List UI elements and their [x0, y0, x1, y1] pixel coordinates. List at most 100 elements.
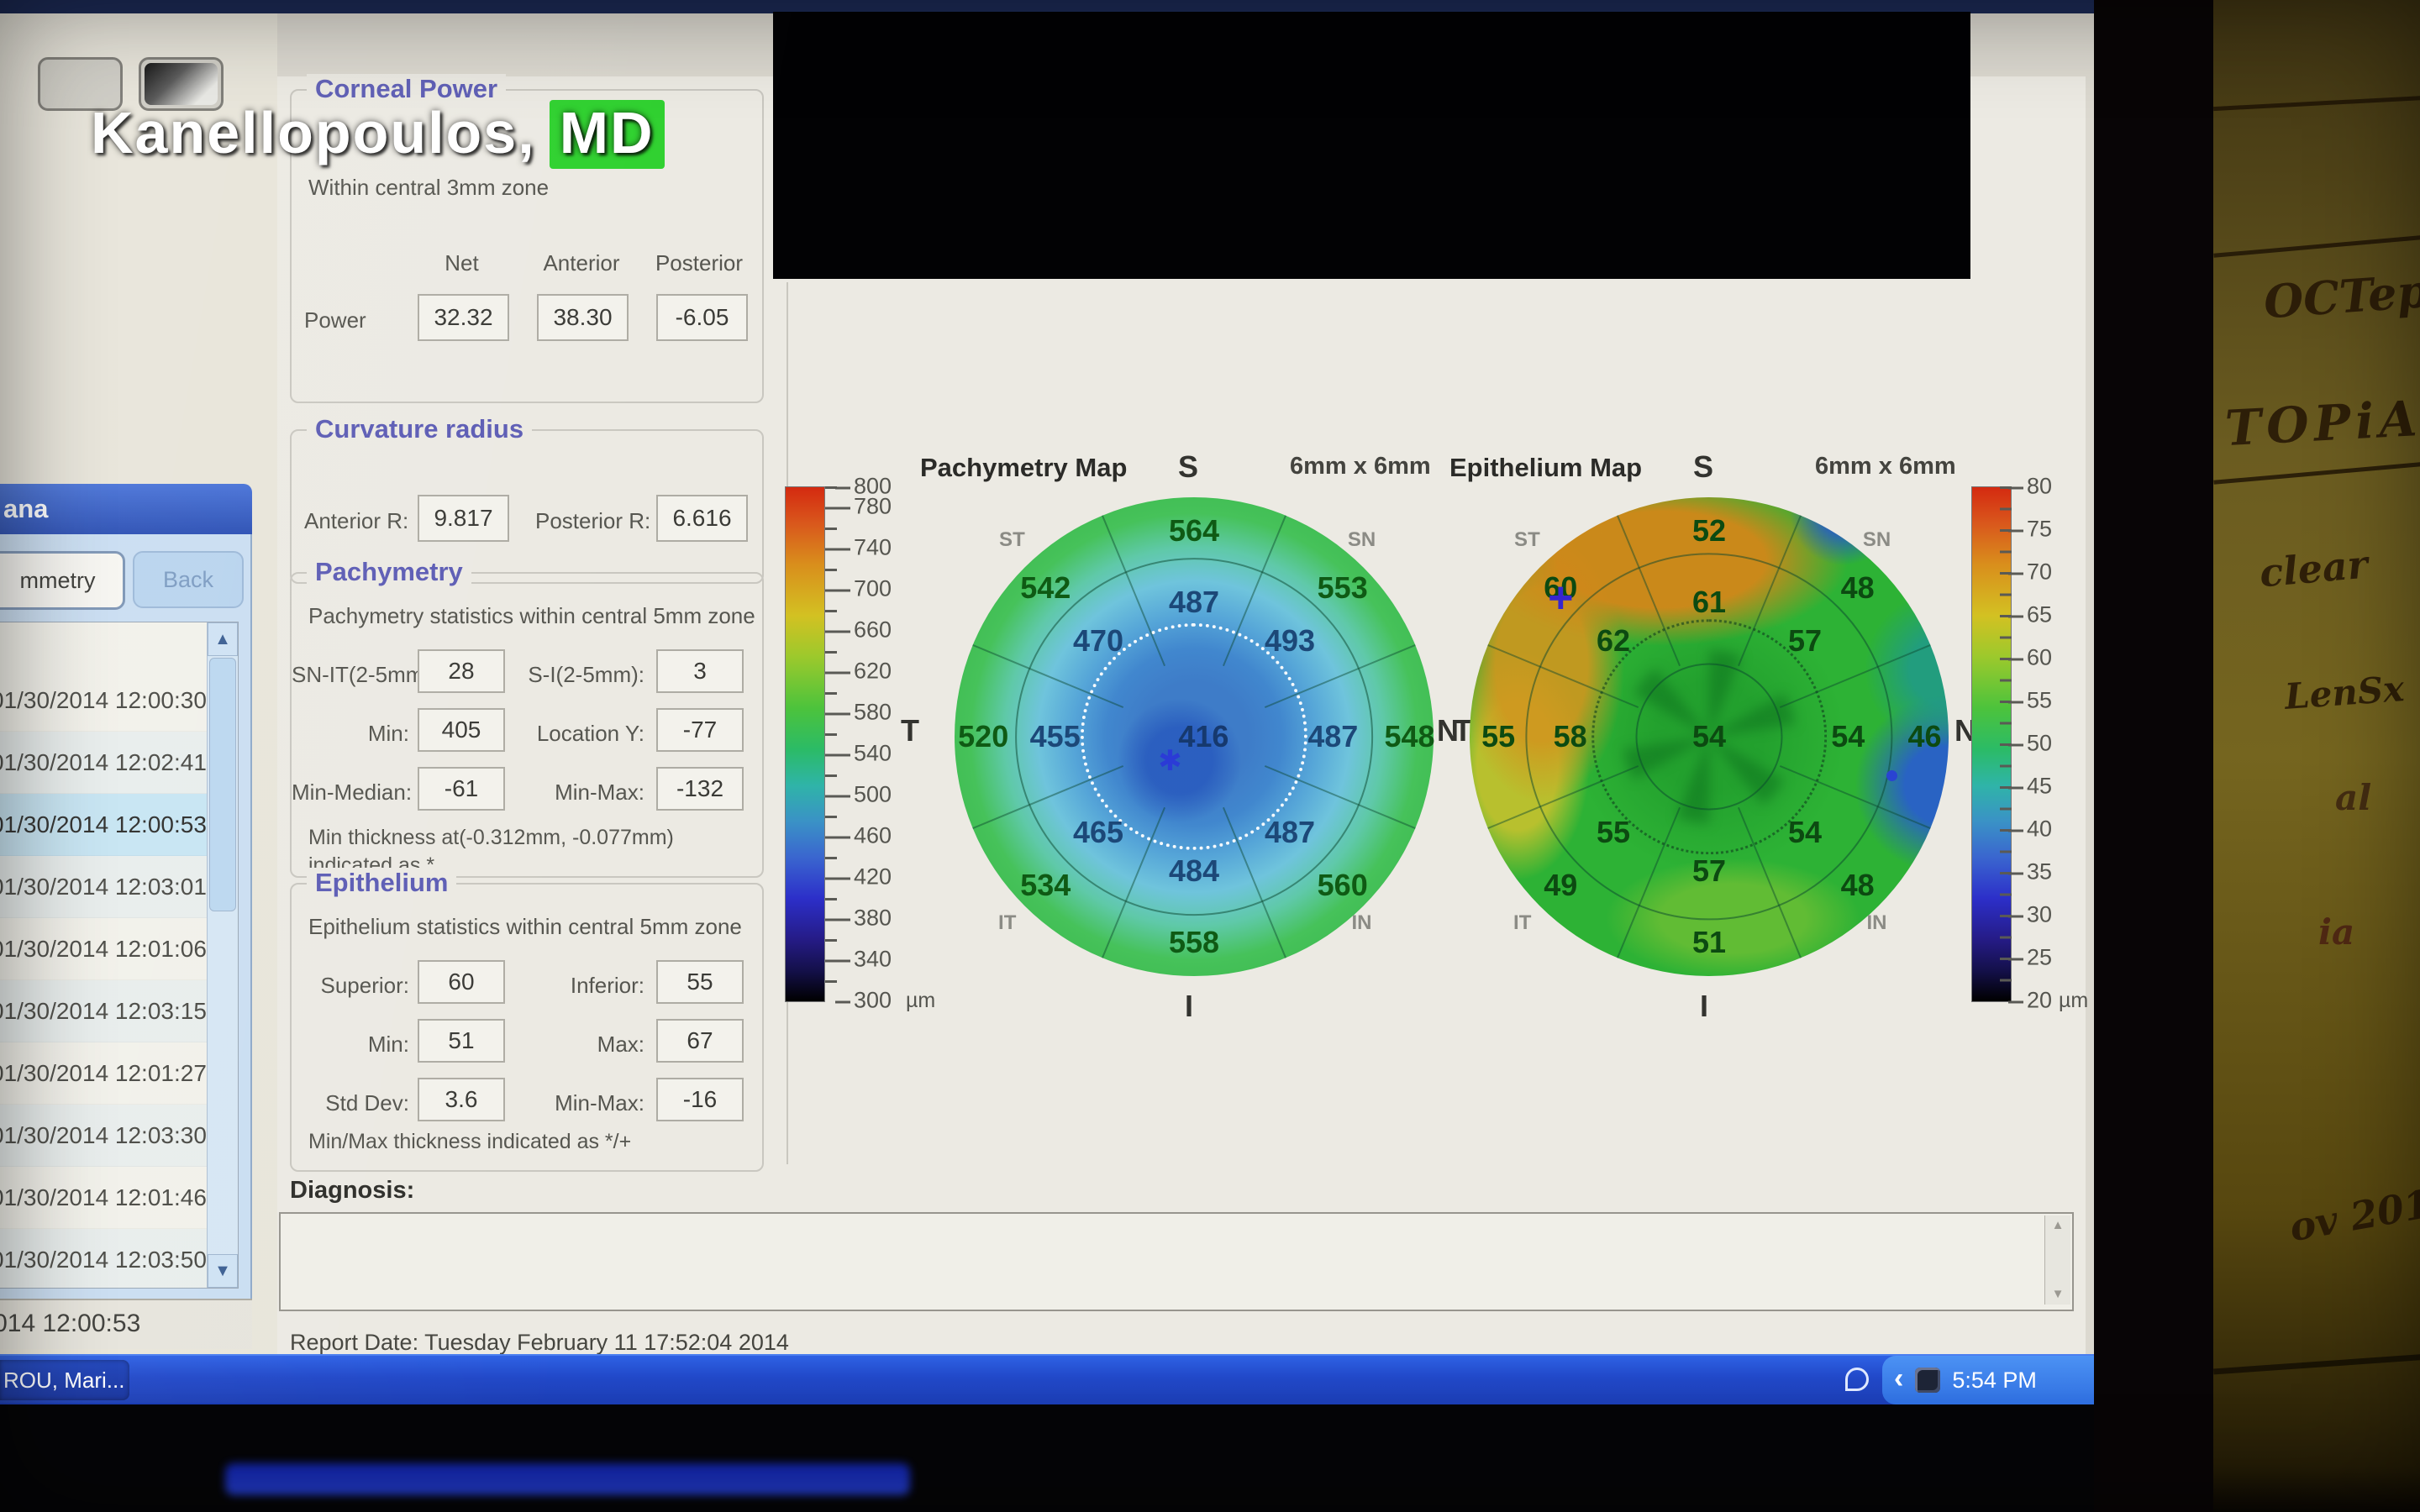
exam-list-item[interactable]: 01/30/2014 12:01:27	[0, 1042, 208, 1105]
scroll-down-icon[interactable]: ▼	[208, 1254, 238, 1288]
exam-list-item[interactable]: 01/30/2014 12:00:30	[0, 669, 208, 732]
epi-inner-t: 58	[1554, 719, 1587, 754]
column-header-anterior: Anterior	[535, 250, 628, 276]
exam-list-item[interactable]: 01/30/2014 12:01:46	[0, 1167, 208, 1229]
epi-inner-s: 61	[1692, 585, 1726, 620]
exam-list-item[interactable]: 01/30/2014 12:03:01	[0, 856, 208, 918]
std-dev-field[interactable]: 3.6	[418, 1078, 505, 1121]
anterior-r-field[interactable]: 9.817	[418, 495, 509, 542]
field-label: Min:	[292, 1032, 409, 1058]
min-max-field[interactable]: -132	[656, 767, 744, 811]
pachy-inner-sn: 493	[1265, 623, 1315, 659]
posterior-r-field[interactable]: 6.616	[656, 495, 748, 542]
scale-tick-label: 700	[854, 576, 892, 602]
pachy-inner-n: 487	[1307, 719, 1358, 754]
exam-list[interactable]: 01/30/2014 12:00:30 01/30/2014 12:02:41 …	[0, 622, 208, 1288]
pachymetry-map-title: Pachymetry Map	[920, 453, 1127, 483]
watermark-name: Kanellopoulos,	[91, 100, 536, 165]
s-i-field[interactable]: 3	[656, 649, 744, 693]
exam-list-item[interactable]: 01/30/2014 12:02:41	[0, 732, 208, 794]
superior-field[interactable]: 60	[418, 960, 505, 1004]
epi-inner-st: 62	[1597, 623, 1630, 659]
pachy-min-field[interactable]: 405	[418, 708, 505, 752]
monitor-led-glow	[225, 1463, 910, 1495]
power-anterior-field[interactable]: 38.30	[537, 294, 629, 341]
location-y-field[interactable]: -77	[656, 708, 744, 752]
pachy-outer-st: 542	[1020, 570, 1071, 606]
epi-min-field[interactable]: 51	[418, 1019, 505, 1063]
anterior-r-label: Anterior R:	[304, 508, 408, 534]
exam-list-item[interactable]: 01/30/2014 12:03:15	[0, 980, 208, 1042]
epi-min-max-field[interactable]: -16	[656, 1078, 744, 1121]
scale-tick-label: 70	[2027, 559, 2052, 585]
pachy-inner-i: 484	[1169, 853, 1219, 889]
scroll-up-icon[interactable]: ▲	[208, 622, 238, 656]
power-net-field[interactable]: 32.32	[418, 294, 509, 341]
diagnosis-textarea[interactable]: ▲ ▼	[279, 1212, 2074, 1311]
tray-app-icon[interactable]	[1845, 1368, 1869, 1391]
whiteboard-text: ov 201	[2286, 1181, 2420, 1251]
groupbox-subtitle: Epithelium statistics within central 5mm…	[308, 914, 742, 940]
pachymetry-color-scale	[785, 486, 825, 1002]
exam-list-item[interactable]: 01/30/2014 12:03:30	[0, 1105, 208, 1167]
epi-outer-sn: 48	[1841, 570, 1875, 606]
taskbar-patient-button[interactable]: ROU, Mari...	[0, 1360, 129, 1400]
whiteboard-photo: OCTepi TOPiA clear LenSx al ia ov 201	[2213, 0, 2420, 1512]
pachy-center-value: 416	[1178, 719, 1228, 754]
power-posterior-field[interactable]: -6.05	[656, 294, 748, 341]
scale-tick-label: 35	[2027, 859, 2052, 885]
min-median-field[interactable]: -61	[418, 767, 505, 811]
pachy-inner-st: 470	[1073, 623, 1123, 659]
exam-list-item[interactable]: 01/30/2014 12:03:50	[0, 1229, 208, 1288]
scale-tick-label: 65	[2027, 602, 2052, 628]
epi-outer-n: 46	[1907, 719, 1941, 754]
sidebar-panel: mmetry Back 01/30/2014 12:00:30 01/30/20…	[0, 534, 252, 1299]
pachymetry-tab-button[interactable]: mmetry	[0, 551, 125, 610]
sector-label-st: ST	[1514, 528, 1540, 552]
field-label: Min:	[292, 721, 409, 747]
scale-ticks	[825, 486, 837, 1000]
scale-tick-label: 50	[2027, 731, 2052, 757]
whiteboard-text: al	[2335, 777, 2371, 818]
clock: 5:54 PM	[1952, 1368, 2037, 1394]
diagnosis-scrollbar[interactable]: ▲ ▼	[2044, 1215, 2070, 1305]
groupbox-subtitle: Within central 3mm zone	[308, 175, 549, 201]
exam-list-scrollbar[interactable]: ▲ ▼	[207, 622, 238, 1288]
scroll-down-icon[interactable]: ▼	[2045, 1284, 2070, 1305]
epi-inner-in: 54	[1788, 815, 1822, 850]
exam-timestamp: 01/30/2014 12:03:50	[0, 1247, 207, 1273]
epi-outer-it: 49	[1544, 868, 1577, 903]
report-date: Report Date: Tuesday February 11 17:52:0…	[290, 1330, 789, 1356]
back-button[interactable]: Back	[133, 551, 244, 608]
sn-it-field[interactable]: 28	[418, 649, 505, 693]
epi-outer-s: 52	[1692, 513, 1726, 549]
hide-icons-chevron-icon[interactable]: ‹	[1894, 1362, 1903, 1395]
inferior-field[interactable]: 55	[656, 960, 744, 1004]
column-header-net: Net	[418, 250, 506, 276]
field-label: Location Y:	[527, 721, 644, 747]
epi-outer-in: 48	[1841, 868, 1875, 903]
pachy-inner-in: 487	[1265, 815, 1315, 850]
pachy-outer-n: 548	[1384, 719, 1434, 754]
exam-list-item[interactable]: 01/30/2014 12:00:53	[0, 794, 208, 856]
exam-timestamp: 01/30/2014 12:02:41	[0, 749, 207, 775]
diagnosis-label: Diagnosis:	[290, 1177, 414, 1205]
scrollbar-thumb[interactable]	[209, 658, 236, 911]
epithelium-grid-size: 6mm x 6mm	[1815, 453, 1956, 480]
pachymetry-groupbox: Pachymetry Pachymetry statistics within …	[290, 572, 764, 878]
scale-tick-label: 60	[2027, 645, 2052, 671]
scale-tick-label: 380	[854, 906, 892, 932]
exam-list-item[interactable]: 01/30/2014 12:01:06	[0, 918, 208, 980]
epi-max-field[interactable]: 67	[656, 1019, 744, 1063]
exam-timestamp: 01/30/2014 12:00:53	[0, 811, 207, 837]
pachy-inner-it: 465	[1073, 815, 1123, 850]
tray-status-icon[interactable]	[1915, 1368, 1940, 1393]
sector-label-in: IN	[1867, 911, 1887, 935]
epithelium-map-title: Epithelium Map	[1449, 453, 1642, 483]
groupbox-subtitle: Pachymetry statistics within central 5mm…	[308, 603, 755, 629]
scale-tick-label: 740	[854, 535, 892, 561]
patient-name-fragment: ana	[3, 494, 48, 523]
epi-outer-t: 55	[1481, 719, 1515, 754]
scroll-up-icon[interactable]: ▲	[2045, 1215, 2070, 1236]
whiteboard-text: TOPiA	[2223, 390, 2420, 457]
